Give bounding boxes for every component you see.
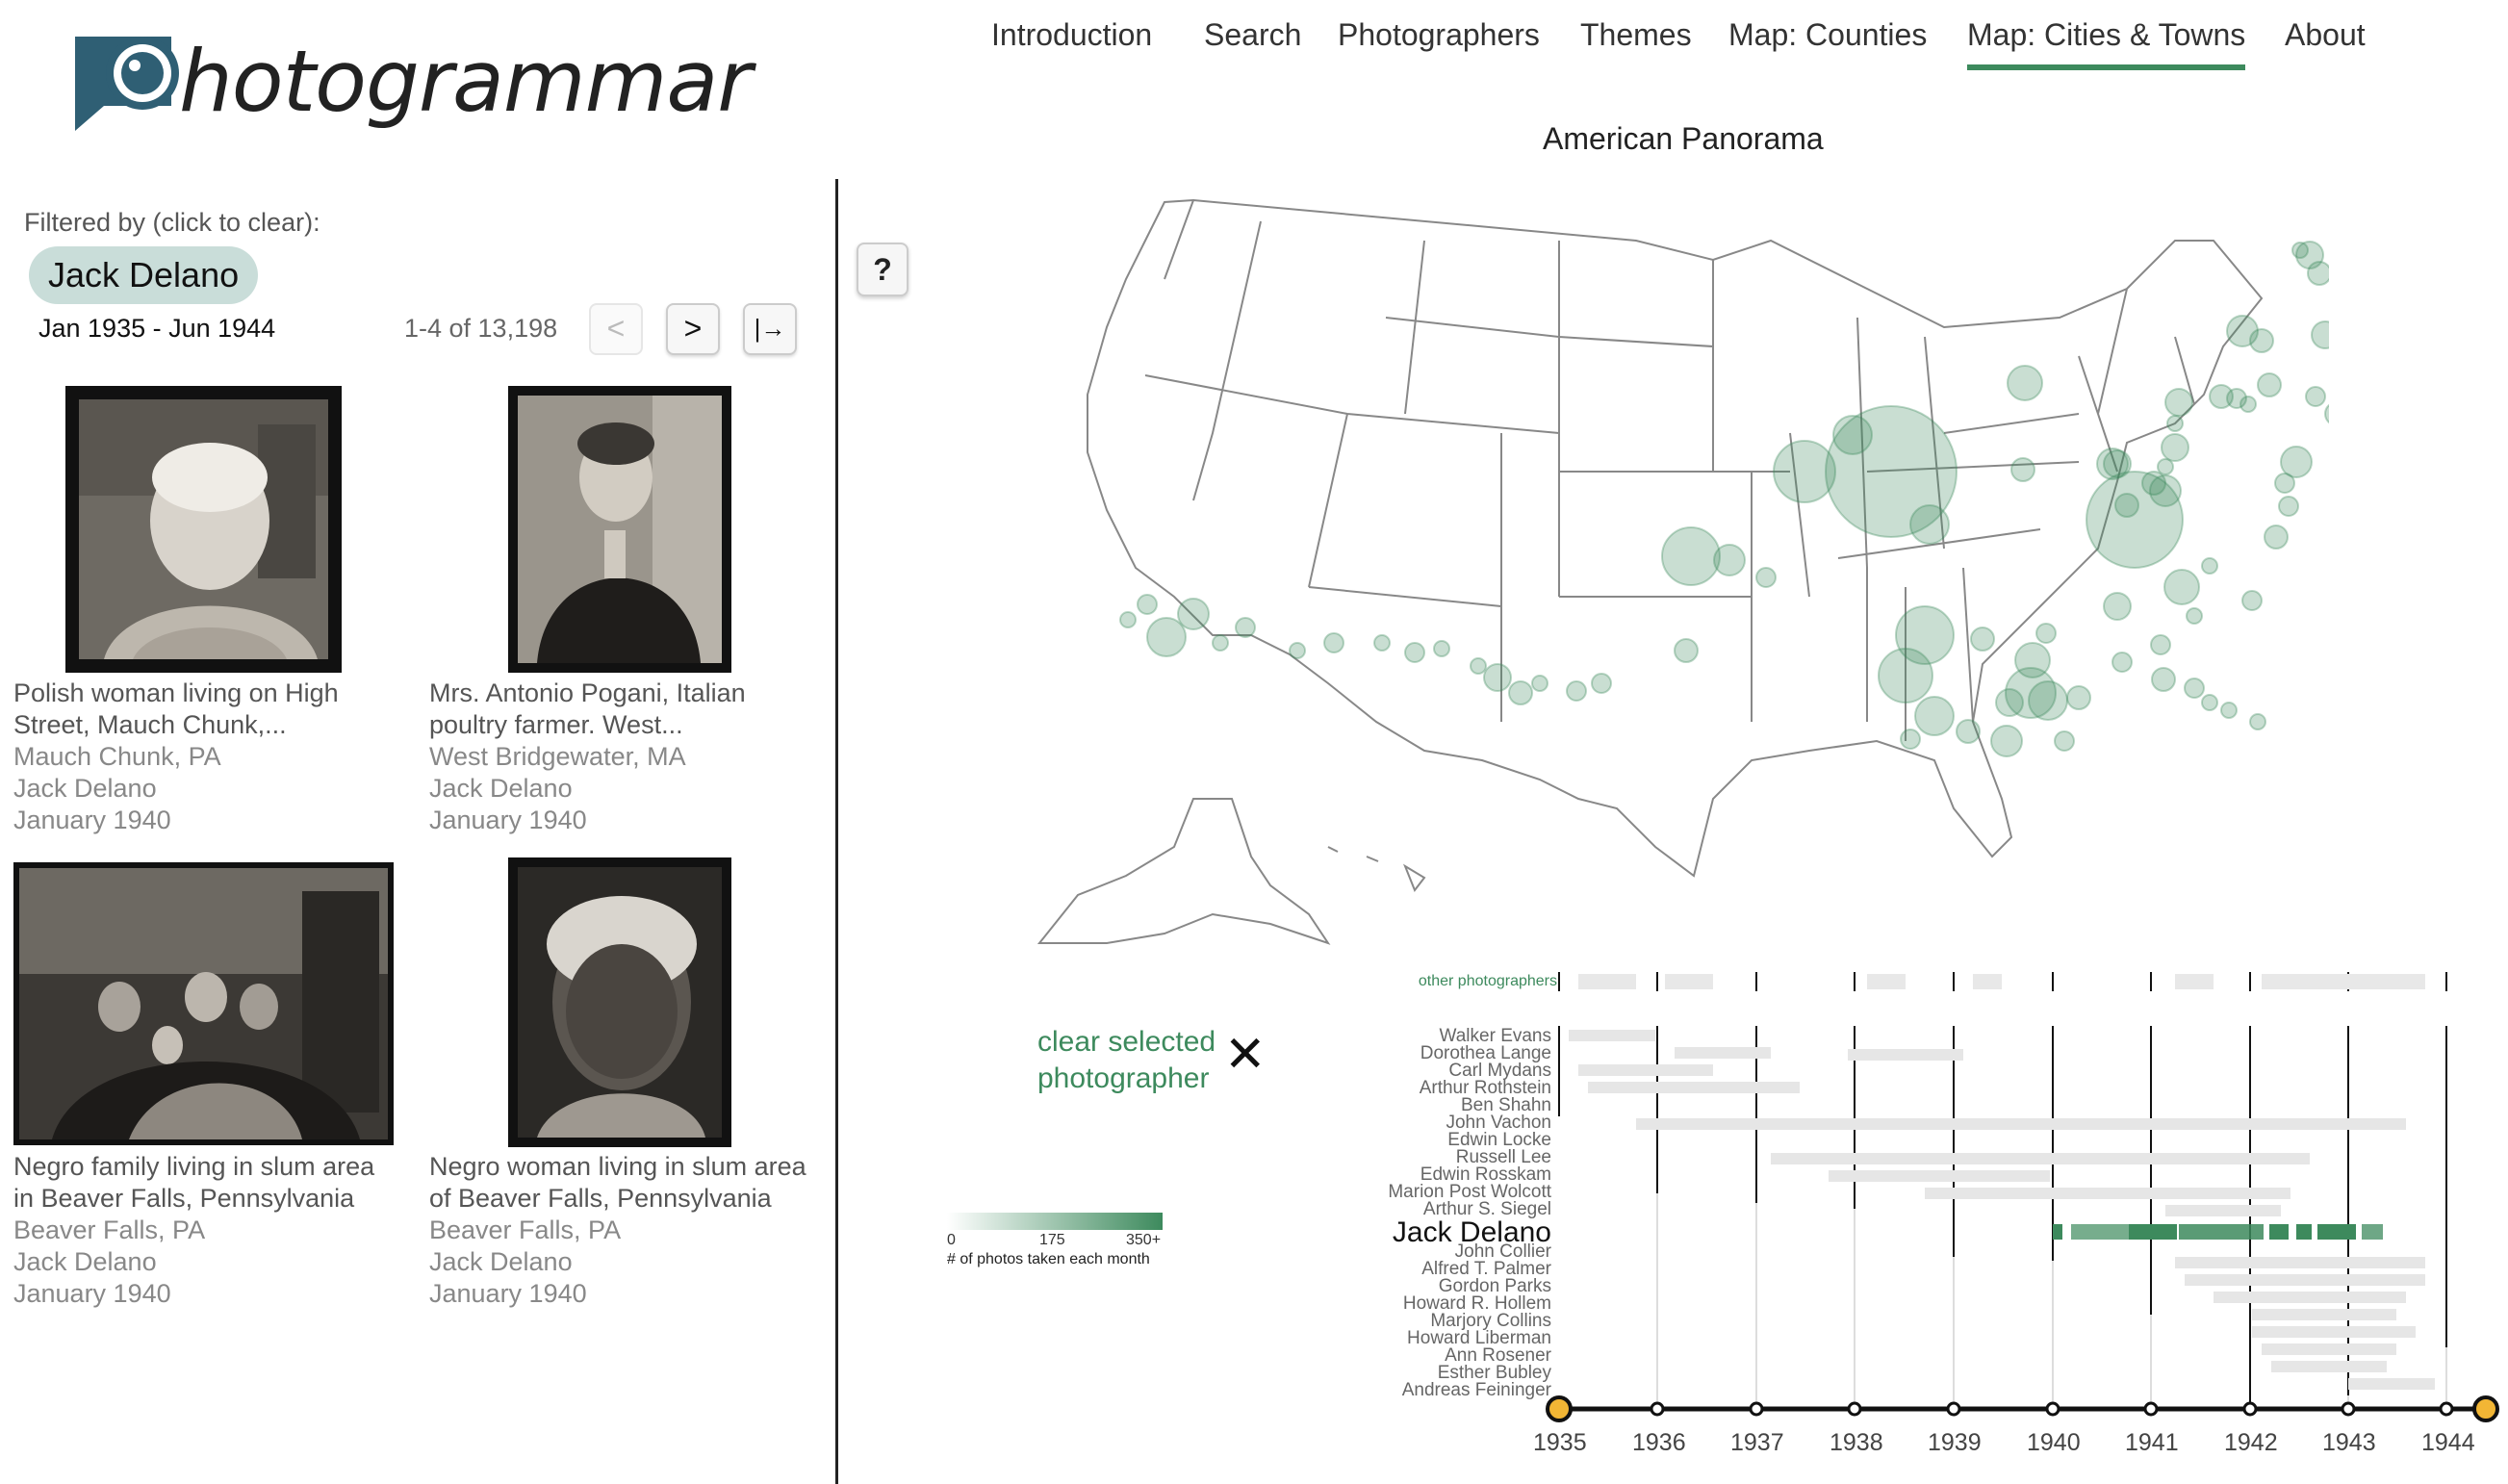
year-label: 1941 bbox=[2125, 1429, 2179, 1456]
range-end-handle[interactable] bbox=[2472, 1395, 2499, 1422]
photo-thumbnail[interactable] bbox=[13, 862, 394, 1145]
photo-date: January 1940 bbox=[13, 1279, 171, 1308]
photo-thumbnail[interactable] bbox=[508, 386, 731, 673]
photo-photographer[interactable]: Jack Delano bbox=[13, 1246, 408, 1278]
selected-photographer-heat bbox=[2053, 1224, 2383, 1240]
photo-title[interactable]: Mrs. Antonio Pogani, Italian poultry farm… bbox=[429, 678, 824, 741]
photo-image bbox=[518, 396, 722, 663]
filter-label: Filtered by (click to clear): bbox=[24, 208, 320, 237]
photo-caption: Polish woman living on High Street, Mauch… bbox=[13, 678, 408, 836]
year-label: 1944 bbox=[2421, 1429, 2475, 1456]
last-page-button[interactable]: |→ bbox=[743, 303, 797, 355]
photographer-label: Andreas Feininger bbox=[1402, 1380, 1552, 1400]
panel-divider[interactable] bbox=[835, 179, 838, 1484]
nav-about[interactable]: About bbox=[2285, 17, 2366, 64]
hawaii-outline bbox=[1327, 846, 1426, 893]
photo-place[interactable]: West Bridgewater, MA bbox=[429, 741, 824, 773]
photo-caption: Negro woman living in slum area of Beaver… bbox=[429, 1151, 824, 1310]
photo-place[interactable]: Beaver Falls, PA bbox=[13, 1215, 408, 1246]
photo-date: January 1940 bbox=[429, 806, 587, 834]
nav-map-counties[interactable]: Map: Counties bbox=[1728, 17, 1927, 64]
year-label: 1939 bbox=[1928, 1429, 1982, 1456]
photo-image bbox=[518, 867, 722, 1138]
nav-photographers[interactable]: Photographers bbox=[1338, 17, 1540, 64]
us-cities-map[interactable] bbox=[1020, 183, 2329, 972]
prev-page-button[interactable]: < bbox=[589, 303, 643, 355]
clear-selected-photographer[interactable]: clear selected photographer bbox=[1037, 1024, 1216, 1097]
filter-chip-photographer[interactable]: Jack Delano bbox=[29, 246, 259, 304]
year-label: 1942 bbox=[2224, 1429, 2278, 1456]
logo-wordmark: hotogrammar bbox=[179, 32, 752, 131]
photo-place[interactable]: Mauch Chunk, PA bbox=[13, 741, 408, 773]
photographer-timeline[interactable]: other photographers Walker Evans Dorothe… bbox=[1347, 962, 2502, 1482]
photo-date: January 1940 bbox=[13, 806, 171, 834]
photo-thumbnail[interactable] bbox=[508, 857, 731, 1147]
other-photographers-label: other photographers bbox=[1419, 973, 1557, 989]
year-label: 1940 bbox=[2027, 1429, 2081, 1456]
photogrammar-logo[interactable]: hotogrammar bbox=[71, 33, 752, 139]
photo-image bbox=[19, 868, 388, 1139]
date-range: Jan 1935 - Jun 1944 bbox=[38, 314, 276, 343]
photo-photographer[interactable]: Jack Delano bbox=[429, 773, 824, 805]
close-icon[interactable]: ✕ bbox=[1224, 1030, 1267, 1080]
photo-title[interactable]: Negro family living in slum area in Beave… bbox=[13, 1151, 408, 1215]
next-page-button[interactable]: > bbox=[666, 303, 720, 355]
photo-caption: Negro family living in slum area in Beave… bbox=[13, 1151, 408, 1310]
range-start-handle[interactable] bbox=[1546, 1395, 1573, 1422]
legend-ticks: 0 175 350+ bbox=[947, 1232, 1162, 1248]
year-label: 1935 bbox=[1533, 1429, 1587, 1456]
page-subtitle: American Panorama bbox=[1543, 121, 1824, 156]
result-count: 1-4 of 13,198 bbox=[404, 314, 558, 343]
year-label: 1937 bbox=[1730, 1429, 1784, 1456]
photo-title[interactable]: Negro woman living in slum area of Beaver… bbox=[429, 1151, 824, 1215]
photo-image bbox=[79, 399, 328, 659]
photo-photographer[interactable]: Jack Delano bbox=[13, 773, 408, 805]
photo-thumbnail[interactable] bbox=[65, 386, 342, 673]
photo-count-legend: 0 175 350+ # of photos taken each month bbox=[947, 1213, 1168, 1268]
camera-logo-icon bbox=[75, 37, 179, 131]
alaska-outline bbox=[1036, 798, 1331, 945]
photographer-labels: Walker Evans Dorothea Lange Carl Mydans … bbox=[1388, 1026, 1551, 1400]
nav-search[interactable]: Search bbox=[1204, 17, 1301, 64]
photo-place[interactable]: Beaver Falls, PA bbox=[429, 1215, 824, 1246]
nav-map-cities-towns[interactable]: Map: Cities & Towns bbox=[1967, 17, 2246, 70]
nav-introduction[interactable]: Introduction bbox=[991, 17, 1152, 64]
year-label: 1943 bbox=[2322, 1429, 2376, 1456]
photo-photographer[interactable]: Jack Delano bbox=[429, 1246, 824, 1278]
nav-themes[interactable]: Themes bbox=[1580, 17, 1692, 64]
help-button[interactable]: ? bbox=[857, 243, 909, 296]
time-axis bbox=[1546, 1395, 2499, 1422]
photo-date: January 1940 bbox=[429, 1279, 587, 1308]
legend-gradient bbox=[947, 1213, 1163, 1230]
photo-title[interactable]: Polish woman living on High Street, Mauch… bbox=[13, 678, 408, 741]
year-label: 1938 bbox=[1830, 1429, 1883, 1456]
photo-caption: Mrs. Antonio Pogani, Italian poultry farm… bbox=[429, 678, 824, 836]
other-photographers-heat bbox=[1578, 974, 2425, 989]
photographer-heat-rows bbox=[1569, 1030, 2435, 1390]
year-label: 1936 bbox=[1632, 1429, 1686, 1456]
